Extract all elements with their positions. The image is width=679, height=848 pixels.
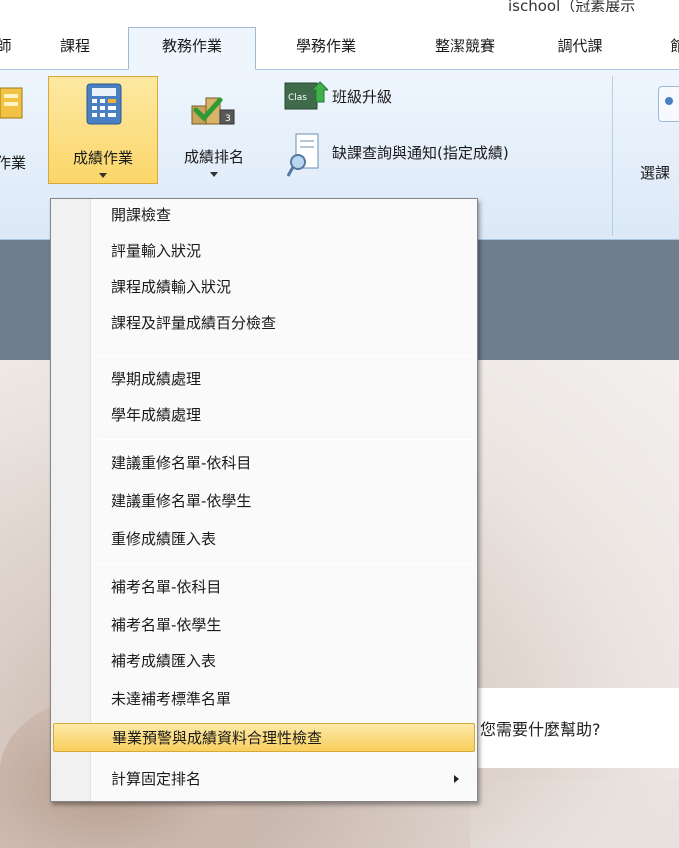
menu-item-graduation-warning-check[interactable]: 畢業預警與成績資料合理性檢查 (53, 723, 475, 752)
menu-item-label: 課程成績輸入狀況 (111, 278, 232, 296)
menu-item-label: 補考名單-依科目 (111, 578, 222, 596)
menu-separator (97, 563, 475, 564)
menu-item-percentage-check[interactable]: 課程及評量成績百分檢查 (53, 309, 475, 338)
class-promotion-label: 班級升級 (332, 88, 393, 106)
tab-academic-affairs[interactable]: 教務作業 (128, 27, 256, 70)
grade-operations-button[interactable]: 成績作業 (48, 76, 158, 184)
menu-item-label: 畢業預警與成績資料合理性檢查 (112, 729, 323, 747)
menu-item-retake-list-by-subject[interactable]: 建議重修名單-依科目 (53, 449, 475, 478)
svg-text:3: 3 (225, 114, 231, 124)
menu-item-semester-grade-processing[interactable]: 學期成績處理 (53, 365, 475, 394)
class-upgrade-icon: Clas (284, 81, 328, 110)
course-selection-button[interactable]: 選課 (636, 76, 679, 184)
title-bar: ischool（冠素展示 (0, 0, 679, 22)
grade-ranking-label: 成績排名 (183, 148, 244, 166)
help-search-box[interactable]: 您需要什麼幫助? (470, 688, 679, 768)
menu-item-year-grade-processing[interactable]: 學年成績處理 (53, 401, 475, 430)
menu-separator (97, 439, 475, 440)
document-search-icon (286, 133, 319, 177)
ribbon-group-separator (612, 76, 613, 236)
menu-item-assessment-input-status[interactable]: 評量輸入狀況 (53, 237, 475, 266)
ranking-podium-icon: 3 (191, 97, 235, 125)
menu-separator (97, 355, 475, 356)
submenu-arrow-icon (454, 775, 459, 783)
calculator-icon (86, 83, 122, 125)
menu-item-label: 未達補考標準名單 (111, 690, 232, 708)
menu-item-below-makeup-standard[interactable]: 未達補考標準名單 (53, 685, 475, 714)
background-shade (470, 780, 679, 848)
menu-item-course-check[interactable]: 開課檢查 (53, 201, 475, 230)
grade-operations-dropdown: 開課檢查 評量輸入狀況 課程成績輸入狀況 課程及評量成績百分檢查 學期成績處理 … (50, 198, 478, 802)
menu-item-label: 學期成績處理 (111, 370, 202, 388)
menu-item-label: 學年成績處理 (111, 406, 202, 424)
menu-item-course-grade-input-status[interactable]: 課程成績輸入狀況 (53, 273, 475, 302)
chevron-down-icon (210, 172, 218, 177)
menu-item-label: 補考名單-依學生 (111, 616, 222, 634)
grade-ranking-button[interactable]: 3 成績排名 (166, 76, 262, 184)
course-selection-label: 選課 (640, 164, 671, 182)
menu-item-label: 評量輸入狀況 (111, 242, 202, 260)
menu-item-retake-list-by-student[interactable]: 建議重修名單-依學生 (53, 487, 475, 516)
menu-item-makeup-list-by-student[interactable]: 補考名單-依學生 (53, 611, 475, 640)
ribbon-button-partial-label: 作業 (0, 154, 26, 172)
menu-item-retake-grade-import[interactable]: 重修成績匯入表 (53, 525, 475, 554)
absence-query-label: 缺課查詢與通知(指定成績) (332, 144, 509, 162)
tab-student-affairs[interactable]: 學務作業 (278, 28, 374, 64)
tab-course[interactable]: 課程 (50, 28, 100, 64)
tab-cleanliness-contest[interactable]: 整潔競賽 (418, 28, 512, 64)
tab-partial-right[interactable]: 館 (666, 28, 679, 64)
grade-operations-label: 成績作業 (72, 149, 133, 167)
menu-item-label: 計算固定排名 (111, 770, 202, 788)
menu-item-label: 重修成績匯入表 (111, 530, 217, 548)
menu-item-label: 建議重修名單-依科目 (111, 454, 252, 472)
menu-item-label: 建議重修名單-依學生 (111, 492, 252, 510)
tab-partial-left[interactable]: 師 (0, 28, 16, 64)
svg-text:Clas: Clas (288, 93, 307, 103)
window-title: ischool（冠素展示 (508, 0, 636, 12)
menu-item-fixed-ranking[interactable]: 計算固定排名 (53, 765, 475, 794)
course-selection-icon (658, 86, 679, 122)
menu-item-makeup-grade-import[interactable]: 補考成績匯入表 (53, 647, 475, 676)
menu-item-label: 課程及評量成績百分檢查 (111, 314, 277, 332)
ribbon-tab-strip: 師 課程 教務作業 學務作業 整潔競賽 調代課 館 (0, 22, 679, 70)
help-prompt: 您需要什麼幫助? (480, 720, 601, 739)
printer-icon (0, 87, 23, 119)
menu-item-label: 開課檢查 (111, 206, 172, 224)
ribbon-button-partial[interactable]: 作業 (0, 76, 42, 184)
tab-substitute-class[interactable]: 調代課 (540, 28, 620, 64)
chevron-down-icon (99, 173, 107, 178)
menu-item-label: 補考成績匯入表 (111, 652, 217, 670)
menu-item-makeup-list-by-subject[interactable]: 補考名單-依科目 (53, 573, 475, 602)
